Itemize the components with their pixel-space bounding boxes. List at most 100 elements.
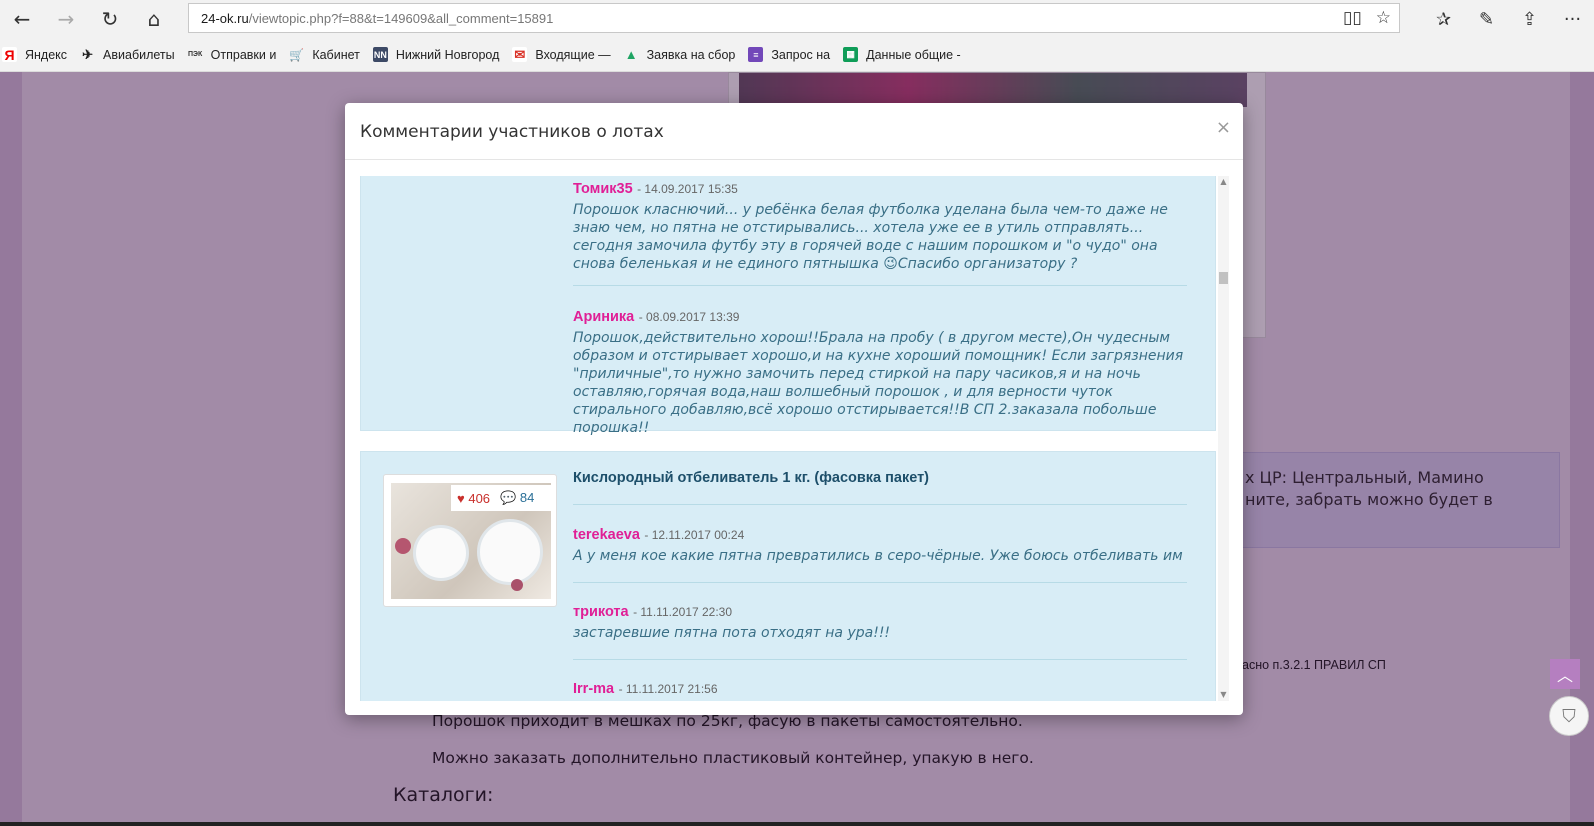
comment-text: Порошок,действительно хорош!!Брала на пр… xyxy=(573,330,1184,436)
taskbar-edge xyxy=(0,822,1594,826)
bowl-shape xyxy=(413,525,469,581)
heart-icon: ♥ xyxy=(457,490,465,506)
web-note-button[interactable]: ✎ xyxy=(1465,0,1508,38)
comment-author[interactable]: трикота xyxy=(573,604,629,620)
favorites-hub-button[interactable]: ✰ xyxy=(1422,0,1465,38)
more-dots-icon: ··· xyxy=(1563,8,1582,30)
comment-divider xyxy=(573,582,1187,583)
bookmark-label: Входящие — xyxy=(535,47,611,62)
mail-icon: ✉ xyxy=(512,47,528,62)
bookmark-label: Заявка на сбор xyxy=(646,47,736,62)
bookmark-inbox[interactable]: ✉ Входящие — xyxy=(512,47,611,62)
bookmark-label: Отправки и xyxy=(210,47,277,62)
comment-item: трикота - 11.11.2017 22:30 застаревшие п… xyxy=(573,603,1187,642)
more-button[interactable]: ··· xyxy=(1551,0,1594,38)
share-icon: ⇪ xyxy=(1521,8,1538,30)
favorite-star-icon[interactable]: ☆ xyxy=(1376,8,1391,28)
cdek-icon: ПЭК xyxy=(188,51,203,58)
bookmark-label: Данные общие - xyxy=(866,47,961,62)
yandex-icon: Я xyxy=(2,47,17,63)
comment-item: terekaeva - 12.11.2017 00:24 А у меня ко… xyxy=(573,526,1187,565)
comment-item: Irr-ma - 11.11.2017 21:56 xyxy=(573,680,1187,701)
modal-header: Комментарии участников о лотах × xyxy=(345,103,1243,160)
shield-icon: ⛉ xyxy=(1562,705,1576,727)
address-bar[interactable]: 24-ok.ru/viewtopic.php?f=88&t=149609&all… xyxy=(188,3,1400,33)
speech-bubble-icon: 💬 xyxy=(500,490,517,505)
comment-author[interactable]: Ариника xyxy=(573,309,634,325)
scrollbar-thumb[interactable] xyxy=(1219,272,1228,284)
bookmarks-bar: Я Яндекс ✈ Авиабилеты ПЭК Отправки и 🛒 Кабин… xyxy=(0,38,1594,72)
nn-icon: NN xyxy=(372,47,388,62)
bookmark-zayavka[interactable]: ▲ Заявка на сбор xyxy=(624,47,736,62)
lot-thumbnail[interactable]: ♥ 406 💬 84 xyxy=(383,474,557,607)
lot-comments-block: Томик35 - 14.09.2017 15:35 Порошок класн… xyxy=(360,176,1216,436)
sheets-icon: ▦ xyxy=(843,47,859,62)
forms-icon: ≡ xyxy=(748,47,764,62)
comment-divider xyxy=(573,504,1187,505)
lot-title[interactable]: Кислородный отбеливатель 1 кг. (фасовка … xyxy=(573,470,929,486)
chevron-up-icon: ︿ xyxy=(1556,666,1573,685)
bookmark-label: Кабинет xyxy=(312,47,360,62)
lot-stats: ♥ 406 💬 84 xyxy=(451,485,551,511)
likes-value: 406 xyxy=(468,490,491,506)
bookmark-yandex[interactable]: Я Яндекс xyxy=(2,47,68,63)
modal-body[interactable]: Томик35 - 14.09.2017 15:35 Порошок класн… xyxy=(360,176,1216,701)
comment-item: Ариника - 08.09.2017 13:39 Порошок,дейст… xyxy=(573,308,1187,437)
comment-date: - 11.11.2017 21:56 xyxy=(618,682,718,696)
comment-divider xyxy=(573,659,1187,660)
share-button[interactable]: ⇪ xyxy=(1508,0,1551,38)
arrow-right-icon: → xyxy=(57,7,75,31)
comment-author[interactable]: terekaeva xyxy=(573,527,640,543)
modal-title: Комментарии участников о лотах xyxy=(360,122,664,142)
comment-author[interactable]: Томик35 xyxy=(573,181,633,197)
modal-scrollbar[interactable]: ▲ ▼ xyxy=(1218,176,1229,701)
refresh-button[interactable]: ↻ xyxy=(88,0,132,38)
url-path: /viewtopic.php?f=88&t=149609&all_comment… xyxy=(248,10,554,26)
comment-item: Томик35 - 14.09.2017 15:35 Порошок класн… xyxy=(573,180,1187,273)
drive-icon: ▲ xyxy=(624,47,638,62)
refresh-icon: ↻ xyxy=(101,7,119,31)
comment-date: - 08.09.2017 13:39 xyxy=(638,310,740,324)
reading-view-icon[interactable]: ▯▯ xyxy=(1343,8,1362,28)
plane-icon: ✈ xyxy=(82,46,93,62)
likes-count[interactable]: ♥ 406 xyxy=(457,491,490,506)
browser-toolbar: ← → ↻ ⌂ 24-ok.ru/viewtopic.php?f=88&t=14… xyxy=(0,0,1594,38)
scroll-top-button[interactable]: ︿ xyxy=(1550,659,1580,689)
bookmark-avia[interactable]: ✈ Авиабилеты xyxy=(80,47,175,62)
lot-comments-block: ♥ 406 💬 84 Кислородный отбеливатель 1 кг… xyxy=(360,451,1216,701)
cart-icon: 🛒 xyxy=(289,47,305,62)
arrow-left-icon: ← xyxy=(13,7,31,31)
comment-text: А у меня кое какие пятна превратились в … xyxy=(573,548,1183,564)
forward-button[interactable]: → xyxy=(44,0,88,38)
pen-icon: ✎ xyxy=(1478,8,1495,30)
comment-date: - 11.11.2017 22:30 xyxy=(633,605,733,619)
bookmark-cabinet[interactable]: 🛒 Кабинет xyxy=(289,47,360,62)
home-button[interactable]: ⌂ xyxy=(132,0,176,38)
bookmark-label: Авиабилеты xyxy=(103,47,175,62)
bookmark-label: Яндекс xyxy=(25,47,68,62)
bookmark-data[interactable]: ▦ Данные общие - xyxy=(843,47,961,62)
security-shield-button[interactable]: ⛉ xyxy=(1549,696,1589,736)
comment-text: застаревшие пятна пота отходят на ура!!! xyxy=(573,625,891,641)
bookmark-zapros[interactable]: ≡ Запрос на xyxy=(748,47,830,62)
scroll-up-arrow-icon[interactable]: ▲ xyxy=(1218,176,1229,188)
close-button[interactable]: × xyxy=(1216,117,1231,138)
home-icon: ⌂ xyxy=(147,7,161,31)
bookmark-nn[interactable]: NN Нижний Новгород xyxy=(372,47,500,62)
scroll-down-arrow-icon[interactable]: ▼ xyxy=(1218,689,1229,701)
favorites-list-icon: ✰ xyxy=(1435,8,1452,30)
url-host: 24-ok.ru xyxy=(201,10,249,26)
flower-shape xyxy=(395,538,411,554)
comments-value: 84 xyxy=(519,490,535,505)
bookmark-cdek[interactable]: ПЭК Отправки и xyxy=(188,47,277,62)
flower-shape xyxy=(511,579,523,591)
bookmark-label: Нижний Новгород xyxy=(395,47,500,62)
comment-author[interactable]: Irr-ma xyxy=(573,681,614,697)
comments-modal: Комментарии участников о лотах × Томик35… xyxy=(345,103,1243,715)
back-button[interactable]: ← xyxy=(0,0,44,38)
comment-divider xyxy=(573,285,1187,286)
comments-count[interactable]: 💬 84 xyxy=(500,490,534,506)
comment-date: - 12.11.2017 00:24 xyxy=(644,528,745,542)
comment-text: Порошок класнючий... у ребёнка белая фут… xyxy=(573,202,1168,272)
comment-date: - 14.09.2017 15:35 xyxy=(637,182,738,196)
